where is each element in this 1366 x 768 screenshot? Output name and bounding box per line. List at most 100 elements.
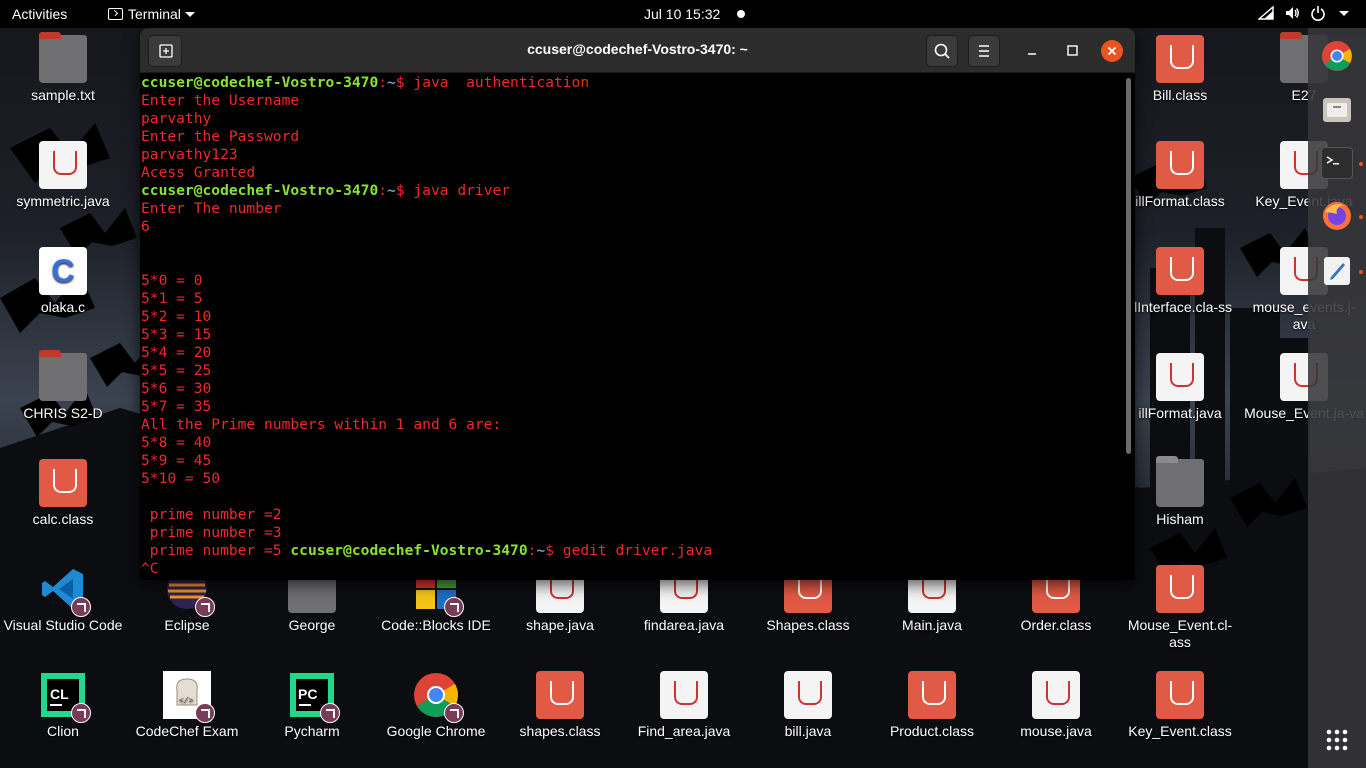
terminal-line: ccuser@codechef-Vostro-3470:~$ java auth… <box>141 74 1126 92</box>
class-file-icon <box>1156 671 1204 719</box>
terminal-line: prime number =3 <box>141 524 1126 542</box>
terminal-line: parvathy123 <box>141 146 1126 164</box>
desktop-icon-visual-studio-code[interactable]: Visual Studio Code <box>1 565 125 634</box>
network-icon[interactable] <box>1257 5 1274 21</box>
java-file-icon <box>784 671 832 719</box>
output-text: ^C <box>141 560 159 577</box>
desktop-icon-mouse-event-cl-ass[interactable]: Mouse_Event.cl-ass <box>1118 565 1242 651</box>
desktop-icon-find-area-java[interactable]: Find_area.java <box>622 671 746 740</box>
shortcut-arrow-icon <box>71 703 91 723</box>
top-bar: Activities Terminal Jul 10 15:32 <box>0 0 1366 28</box>
output-text: Acess Granted <box>141 164 256 181</box>
terminal-line: prime number =2 <box>141 506 1126 524</box>
clion-icon: CL <box>39 671 91 723</box>
system-tray[interactable] <box>1257 5 1352 21</box>
output-text: All the Prime numbers within 1 and 6 are… <box>141 416 502 433</box>
c-file-icon: C <box>39 247 87 295</box>
firefox-icon[interactable] <box>1321 200 1353 232</box>
prompt-user-host: ccuser@codechef-Vostro-3470 <box>141 182 379 199</box>
desktop-icon-bill-class[interactable]: Bill.class <box>1118 35 1242 104</box>
desktop-icon-bill-java[interactable]: bill.java <box>746 671 870 740</box>
prompt-symbol: $ <box>395 74 405 91</box>
terminal-line: Enter The number <box>141 200 1126 218</box>
output-text: prime number =5 <box>141 542 291 559</box>
desktop-icon-calc-class[interactable]: calc.class <box>1 459 125 528</box>
desktop-icon-pycharm[interactable]: PC Pycharm <box>250 671 374 740</box>
command-text: gedit driver.java <box>554 542 713 559</box>
text-editor-icon[interactable] <box>1321 255 1353 287</box>
maximize-button[interactable] <box>1058 35 1086 67</box>
codechef-icon: </> <box>163 671 215 723</box>
activities-button[interactable]: Activities <box>12 5 67 23</box>
desktop-icon-symmetric-java[interactable]: symmetric.java <box>1 141 125 210</box>
desktop-icon-illinterface-cla-ss[interactable]: illInterface.cla-ss <box>1118 247 1242 316</box>
desktop-icon-label: mouse.java <box>1020 723 1092 739</box>
power-icon[interactable] <box>1310 5 1326 21</box>
desktop-icon-key-event-class[interactable]: Key_Event.class <box>1118 671 1242 740</box>
desktop-icon-label: shapes.class <box>519 723 601 739</box>
desktop-icon-olaka-c[interactable]: Colaka.c <box>1 247 125 316</box>
desktop-icon-label: shape.java <box>526 617 594 633</box>
desktop-icon-product-class[interactable]: Product.class <box>870 671 994 740</box>
desktop-icon-clion[interactable]: CL Clion <box>1 671 125 740</box>
desktop-icon-codechef-exam[interactable]: </> CodeChef Exam <box>125 671 249 740</box>
desktop-icon-sample-txt[interactable]: sample.txt <box>1 32 125 104</box>
terminal-line: All the Prime numbers within 1 and 6 are… <box>141 416 1126 434</box>
prompt-path: ~ <box>536 542 546 559</box>
clock[interactable]: Jul 10 15:32 <box>644 5 720 23</box>
desktop-icon-illformat-java[interactable]: illFormat.java <box>1118 353 1242 422</box>
terminal-window[interactable]: ccuser@codechef-Vostro-3470: ~ ccuser@co… <box>140 28 1135 580</box>
chevron-down-icon <box>184 12 195 17</box>
show-apps-icon[interactable] <box>1321 724 1353 756</box>
desktop-icon-illformat-class[interactable]: illFormat.class <box>1118 141 1242 210</box>
terminal-line: ^C <box>141 560 1126 578</box>
terminal-icon[interactable] <box>1321 147 1353 179</box>
desktop-icon-hisham[interactable]: Hisham <box>1118 456 1242 528</box>
search-button[interactable] <box>926 35 958 67</box>
pycharm-icon: PC <box>288 671 340 723</box>
running-indicator-icon <box>1359 270 1363 274</box>
svg-text:PC: PC <box>298 686 317 702</box>
desktop-icon-chris-s2-d[interactable]: CHRIS S2-D <box>1 350 125 422</box>
terminal-headerbar[interactable]: ccuser@codechef-Vostro-3470: ~ <box>140 28 1135 73</box>
scrollbar[interactable] <box>1126 78 1131 454</box>
prompt-user-host: ccuser@codechef-Vostro-3470 <box>290 542 528 559</box>
output-text: 5*0 = 0 <box>141 272 203 289</box>
menu-caret-icon[interactable] <box>1336 5 1352 21</box>
desktop-icon-label: Find_area.java <box>637 723 731 739</box>
output-text: parvathy <box>141 110 212 127</box>
desktop-icon-label: illInterface.cla-ss <box>1127 299 1233 315</box>
output-text: 5*10 = 50 <box>141 470 221 487</box>
minimize-button[interactable] <box>1018 35 1046 67</box>
java-file-icon <box>1156 353 1204 401</box>
output-text: 5*5 = 25 <box>141 362 212 379</box>
close-button[interactable] <box>1101 40 1123 62</box>
app-menu-label: Terminal <box>128 6 181 22</box>
desktop-icon-label: Mouse_Event.cl-ass <box>1127 617 1233 650</box>
terminal-line: 5*9 = 45 <box>141 452 1126 470</box>
class-file-icon <box>1156 141 1204 189</box>
prompt-separator: : <box>378 74 388 91</box>
chrome-icon[interactable] <box>1321 40 1353 72</box>
output-text: 6 <box>141 218 150 235</box>
terminal-output[interactable]: ccuser@codechef-Vostro-3470:~$ java auth… <box>141 74 1126 580</box>
desktop-icon-mouse-java[interactable]: mouse.java <box>994 671 1118 740</box>
hamburger-menu-button[interactable] <box>968 35 1000 67</box>
desktop-icon-label: Order.class <box>1020 617 1092 633</box>
desktop-icon-shapes-class[interactable]: shapes.class <box>498 671 622 740</box>
app-menu-button[interactable]: Terminal <box>108 5 195 23</box>
terminal-line: 5*7 = 35 <box>141 398 1126 416</box>
terminal-line: Acess Granted <box>141 164 1126 182</box>
desktop-icon-google-chrome[interactable]: Google Chrome <box>374 671 498 740</box>
running-indicator-icon <box>1359 215 1363 219</box>
java-file-icon <box>1032 671 1080 719</box>
terminal-line: 5*4 = 20 <box>141 344 1126 362</box>
desktop-icon-label: Code::Blocks IDE <box>381 617 491 633</box>
folder-icon <box>1156 456 1204 507</box>
volume-icon[interactable] <box>1284 5 1300 21</box>
notification-dot-icon <box>737 10 745 18</box>
desktop-icon-label: Key_Event.class <box>1128 723 1232 739</box>
search-icon <box>934 43 950 59</box>
output-text: 5*8 = 40 <box>141 434 212 451</box>
files-icon[interactable] <box>1321 94 1353 126</box>
